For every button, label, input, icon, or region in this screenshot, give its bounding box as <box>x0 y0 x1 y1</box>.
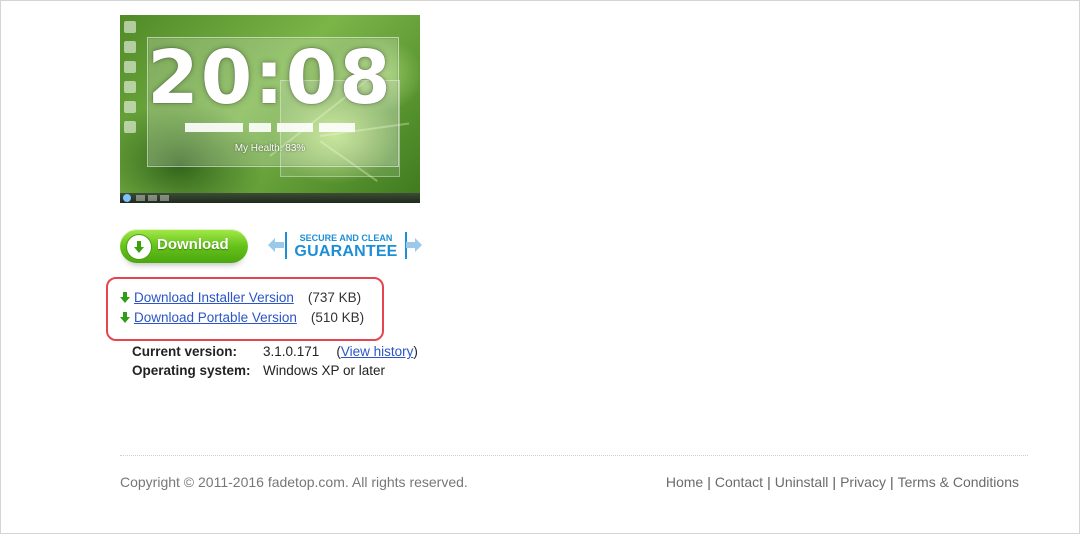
footer-link-terms[interactable]: Terms & Conditions <box>898 474 1019 490</box>
footer-separator: | <box>832 474 837 490</box>
download-button[interactable]: Download <box>120 229 248 263</box>
os-label: Operating system: <box>132 363 251 378</box>
preview-health-text: My Health: 83% <box>234 143 306 154</box>
footer-link-contact[interactable]: Contact <box>715 474 763 490</box>
portable-size: (510 KB) <box>310 310 365 325</box>
app-screenshot-preview: 20:08 My Health: 83% <box>120 15 420 203</box>
current-version-row: Current version: 3.1.0.171 (View history… <box>132 344 418 359</box>
download-links-highlight <box>106 277 384 341</box>
guarantee-badge: SECURE AND CLEAN GUARANTEE <box>268 232 422 260</box>
download-arrow-icon <box>126 234 152 260</box>
footer-link-uninstall[interactable]: Uninstall <box>775 474 829 490</box>
preview-taskbar <box>120 193 420 203</box>
green-down-arrow-icon <box>120 312 130 323</box>
footer-link-privacy[interactable]: Privacy <box>840 474 886 490</box>
download-installer-row: Download Installer Version (737 KB) <box>120 290 361 305</box>
footer-separator: | <box>767 474 771 490</box>
arrow-left-icon <box>268 238 284 252</box>
operating-system-row: Operating system: Windows XP or later <box>132 363 385 378</box>
footer-divider <box>120 455 1028 456</box>
footer-separator: | <box>707 474 711 490</box>
download-button-label: Download <box>157 236 229 253</box>
copyright-text: Copyright © 2011-2016 fadetop.com. All r… <box>120 474 468 490</box>
footer-separator: | <box>889 474 894 490</box>
green-down-arrow-icon <box>120 292 130 303</box>
download-portable-link[interactable]: Download Portable Version <box>134 310 297 325</box>
preview-clock: 20:08 <box>147 35 393 121</box>
preview-date-blocks <box>170 123 370 133</box>
installer-size: (737 KB) <box>307 290 362 305</box>
footer-link-home[interactable]: Home <box>666 474 703 490</box>
footer-nav: Home | Contact | Uninstall | Privacy | Terms & C… <box>666 474 1019 490</box>
view-history-close-paren: ) <box>413 344 418 359</box>
download-portable-row: Download Portable Version (510 KB) <box>120 310 364 325</box>
view-history-link[interactable]: View history <box>341 344 414 359</box>
guarantee-line2: GUARANTEE <box>294 243 398 260</box>
os-value: Windows XP or later <box>263 363 386 378</box>
arrow-right-icon <box>406 238 422 252</box>
current-version-value: 3.1.0.171 <box>263 344 320 359</box>
current-version-label: Current version: <box>132 344 238 359</box>
download-installer-link[interactable]: Download Installer Version <box>134 290 294 305</box>
